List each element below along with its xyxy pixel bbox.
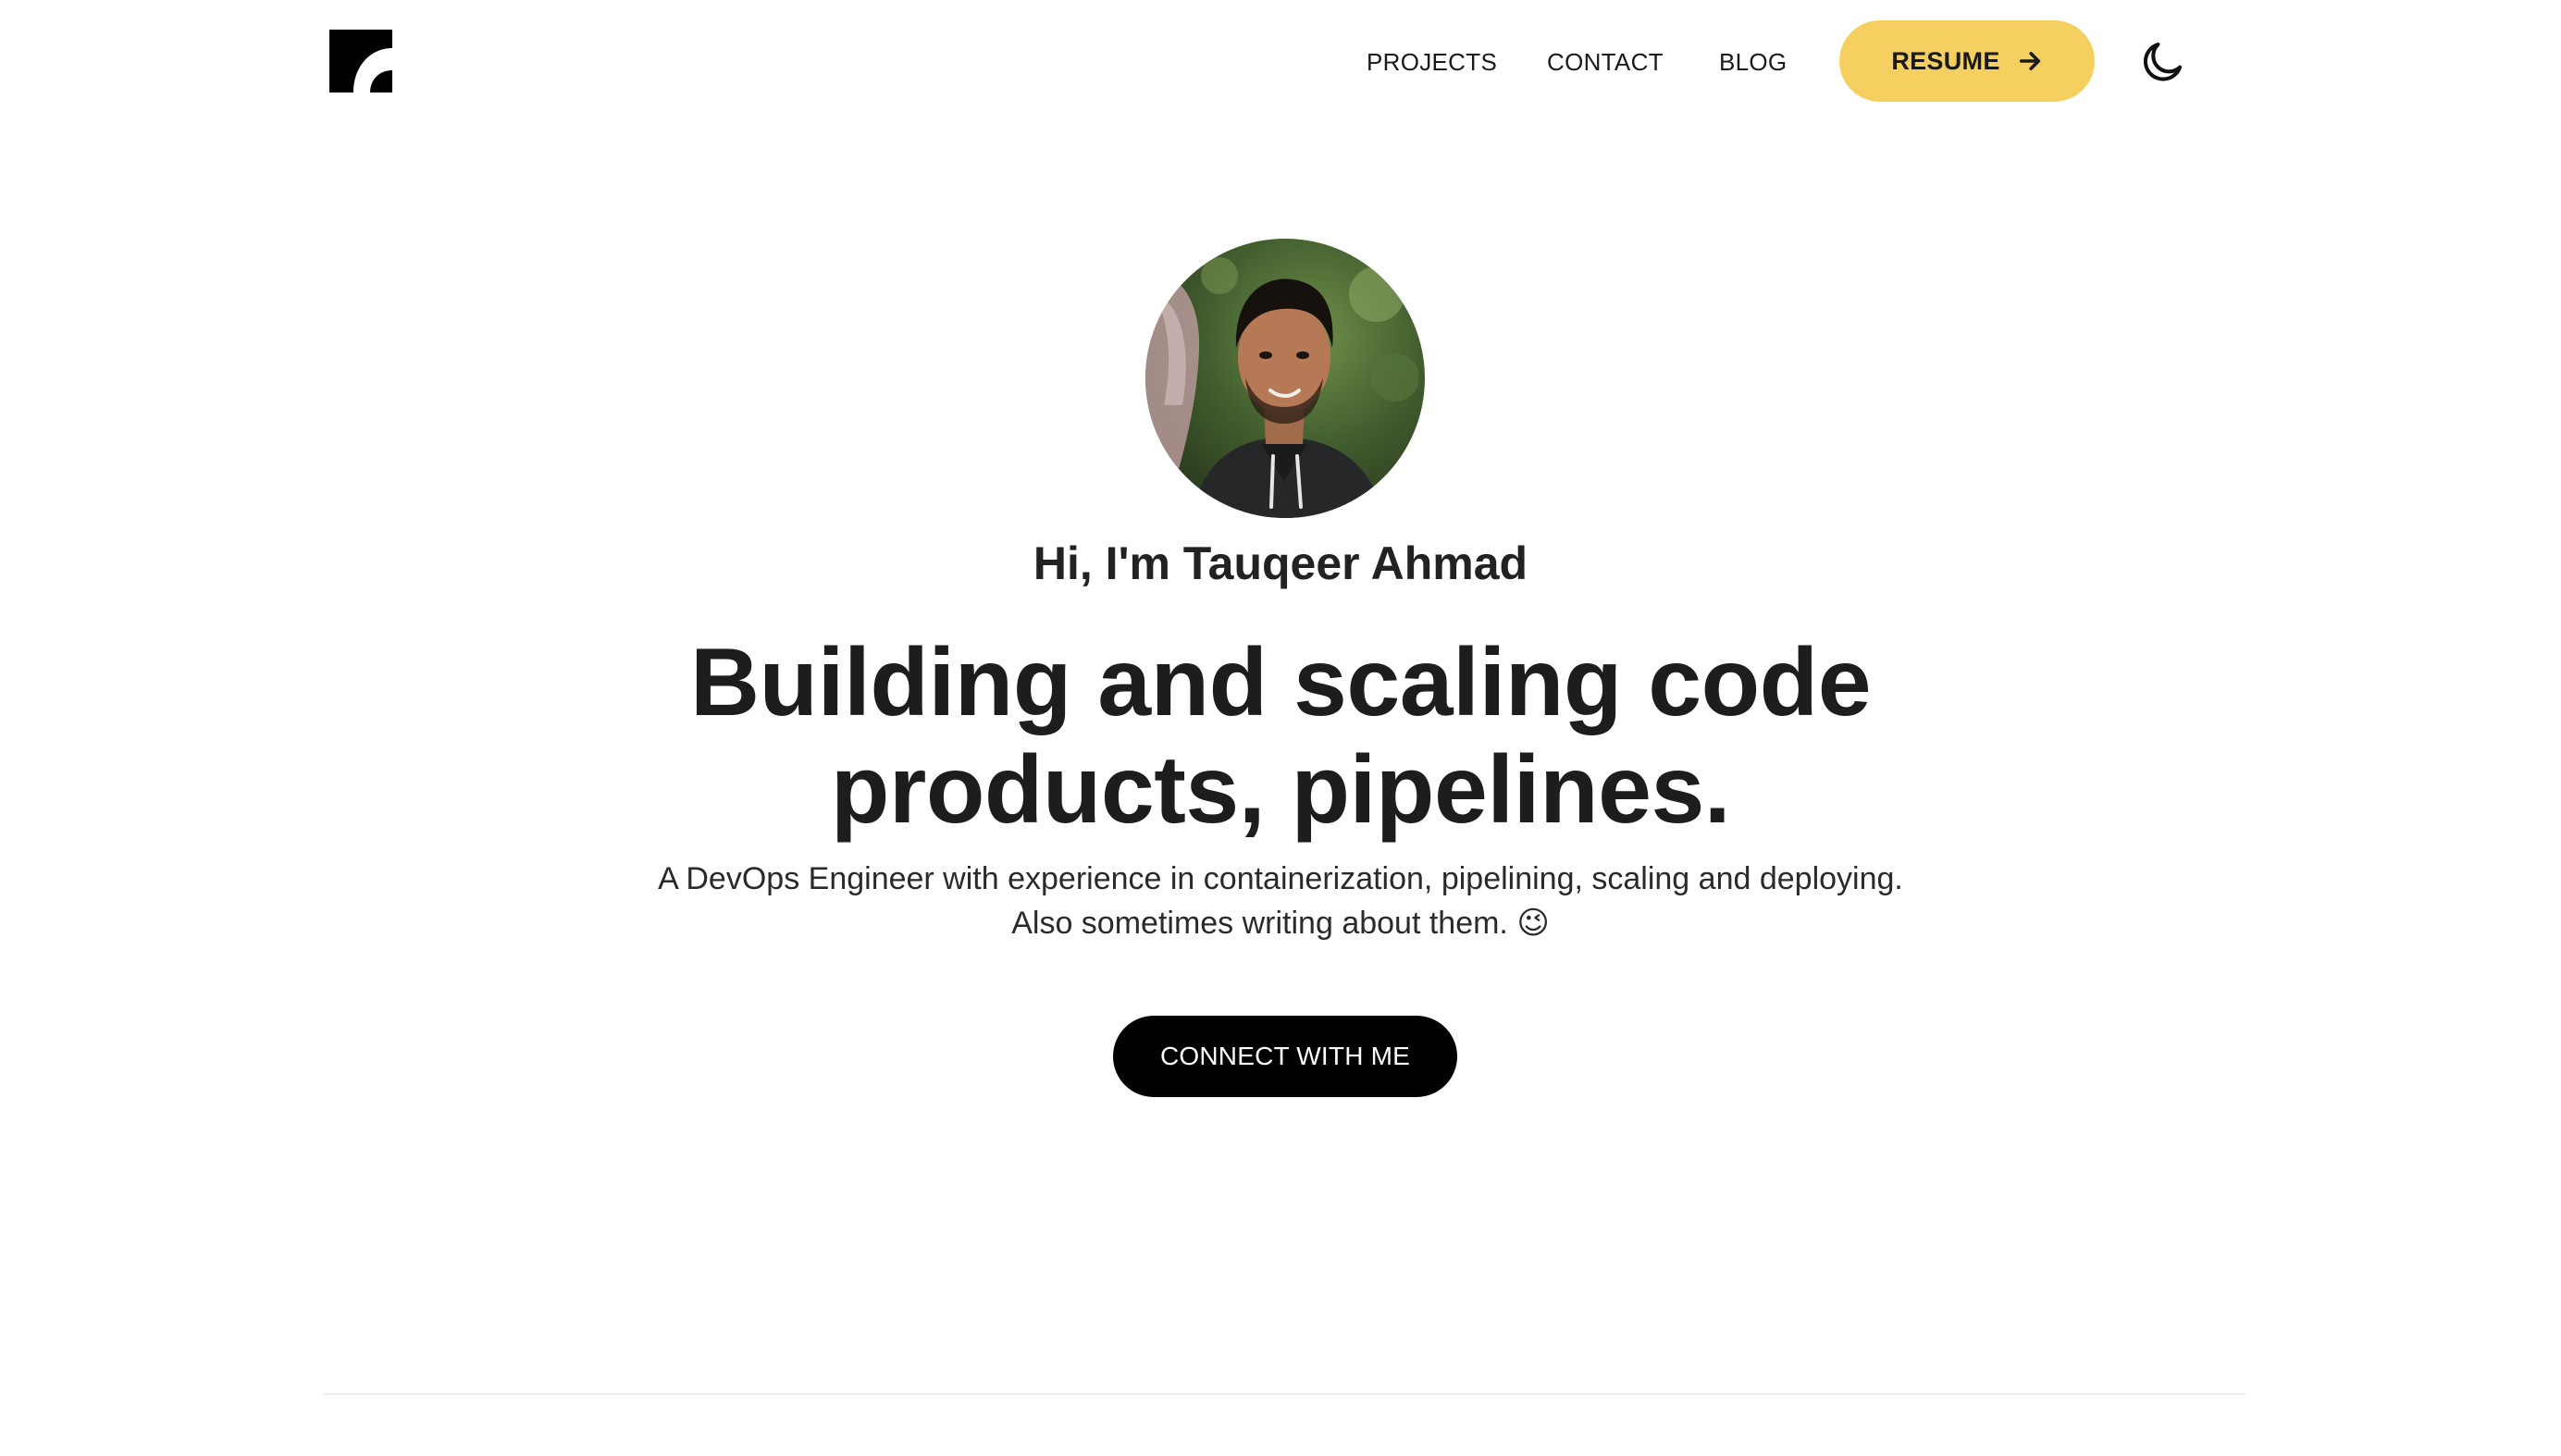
section-divider: [324, 1393, 2245, 1395]
nav-link-contact[interactable]: CONTACT: [1547, 48, 1664, 77]
resume-button-label: RESUME: [1891, 46, 2000, 75]
subtitle-line-1: A DevOps Engineer with experience in con…: [658, 861, 1903, 896]
hero-subtitle: A DevOps Engineer with experience in con…: [0, 857, 2561, 945]
headline-line-1: Building and scaling code: [689, 629, 1872, 736]
site-header: PROJECTS CONTACT BLOG RESUME: [0, 0, 2561, 130]
theme-toggle-button[interactable]: [2137, 37, 2187, 87]
resume-button[interactable]: RESUME: [1839, 20, 2095, 102]
headline-line-2: products, pipelines.: [830, 736, 1731, 844]
greeting-heading: Hi, I'm Tauqeer Ahmad: [1033, 537, 1528, 589]
nav-link-projects[interactable]: PROJECTS: [1367, 48, 1497, 77]
nav-link-blog[interactable]: BLOG: [1719, 48, 1787, 77]
connect-button-label: CONNECT WITH ME: [1159, 1042, 1411, 1070]
main-nav: PROJECTS CONTACT BLOG RESUME: [0, 20, 2561, 104]
subtitle-line-2: Also sometimes writing about them. 😉: [1011, 906, 1550, 941]
connect-with-me-button[interactable]: CONNECT WITH ME: [1113, 1016, 1457, 1097]
hero-headline: Building and scaling code products, pipe…: [0, 629, 2561, 844]
moon-icon: [2143, 43, 2183, 81]
avatar: [1145, 239, 1425, 518]
arrow-right-icon: [2019, 52, 2040, 70]
